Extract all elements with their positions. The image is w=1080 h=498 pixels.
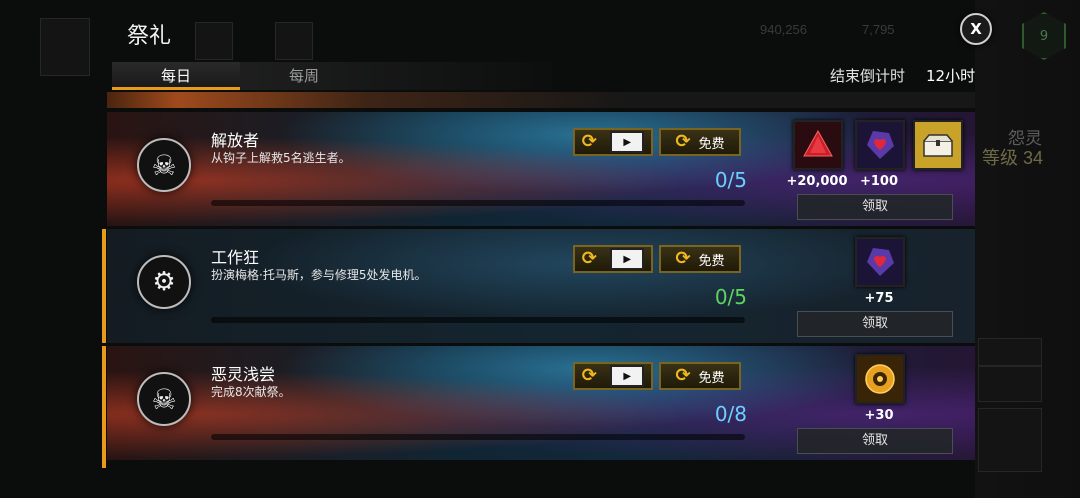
ritual-title: 恶灵浅尝 <box>211 365 276 384</box>
bg-side-label-2: 等级 34 <box>982 148 1044 168</box>
bg-side-button <box>978 366 1042 402</box>
bg-currency-2: 7,795 <box>862 22 895 37</box>
reroll-icon: ⟳ <box>675 131 691 152</box>
chest-icon <box>913 120 963 170</box>
reroll-video-button[interactable]: ⟳ ▶ <box>573 362 653 390</box>
progress-bar <box>211 317 745 323</box>
reroll-video-button[interactable]: ⟳ ▶ <box>573 128 653 156</box>
close-button[interactable]: X <box>960 13 992 45</box>
ritual-progress: 0/5 <box>714 168 747 192</box>
free-label: 免费 <box>698 136 725 152</box>
selected-indicator <box>102 346 106 468</box>
tab-daily[interactable]: 每日 <box>112 62 240 90</box>
bg-menu-slot <box>275 22 313 60</box>
gold-cog-icon <box>855 354 905 404</box>
tab-bar: 每日 每周 <box>112 62 552 90</box>
ritual-title: 解放者 <box>211 131 260 150</box>
skull-hooks-icon: ☠ <box>137 372 191 426</box>
reroll-free-button[interactable]: ⟳ 免费 <box>659 245 741 273</box>
bg-side-button <box>978 408 1042 472</box>
bg-character-slot <box>40 18 90 76</box>
claim-button[interactable]: 领取 <box>797 428 953 454</box>
video-icon: ▶ <box>610 248 645 270</box>
reroll-icon: ⟳ <box>581 131 597 152</box>
reward-item: +75 <box>855 237 905 306</box>
selected-indicator <box>102 229 106 343</box>
reroll-video-button[interactable]: ⟳ ▶ <box>573 245 653 273</box>
reward-amount: +100 <box>859 174 899 189</box>
ritual-description: 从钩子上解救5名逃生者。 <box>211 151 351 165</box>
reward-amount: +75 <box>864 291 894 306</box>
claim-button[interactable]: 领取 <box>797 311 953 337</box>
ritual-description: 扮演梅格·托马斯，参与修理5处发电机。 <box>211 268 427 282</box>
countdown-label: 结束倒计时 <box>830 67 906 85</box>
progress-bar <box>211 200 745 206</box>
page-title: 祭礼 <box>127 24 172 49</box>
purple-shard-icon <box>855 237 905 287</box>
video-icon: ▶ <box>610 131 645 153</box>
reroll-icon: ⟳ <box>675 248 691 269</box>
bg-menu-slot <box>195 22 233 60</box>
ritual-progress: 0/5 <box>714 285 747 309</box>
red-shard-icon <box>793 120 843 170</box>
reroll-icon: ⟳ <box>675 365 691 386</box>
generator-icon: ⚙ <box>137 255 191 309</box>
reroll-free-button[interactable]: ⟳ 免费 <box>659 128 741 156</box>
reward-item <box>913 120 963 174</box>
tab-weekly[interactable]: 每周 <box>240 62 368 90</box>
reroll-icon: ⟳ <box>581 365 597 386</box>
bg-side-button <box>978 338 1042 366</box>
ritual-title: 工作狂 <box>211 248 260 267</box>
claim-button[interactable]: 领取 <box>797 194 953 220</box>
free-label: 免费 <box>698 370 725 386</box>
video-icon: ▶ <box>610 365 645 387</box>
purple-shard-icon <box>855 120 905 170</box>
reward-item: +30 <box>855 354 905 423</box>
progress-bar <box>211 434 745 440</box>
reroll-free-button[interactable]: ⟳ 免费 <box>659 362 741 390</box>
ritual-progress: 0/8 <box>714 402 747 426</box>
bg-currency-1: 940,256 <box>760 22 807 37</box>
reward-amount: +30 <box>864 408 894 423</box>
skull-hooks-icon: ☠ <box>137 138 191 192</box>
countdown-value: 12小时 <box>926 67 976 85</box>
reward-item: +100 <box>855 120 905 189</box>
scroll-edge <box>107 92 975 108</box>
free-label: 免费 <box>698 253 725 269</box>
ritual-description: 完成8次献祭。 <box>211 385 291 399</box>
reroll-icon: ⟳ <box>581 248 597 269</box>
reward-item: +20,000 <box>786 120 848 189</box>
